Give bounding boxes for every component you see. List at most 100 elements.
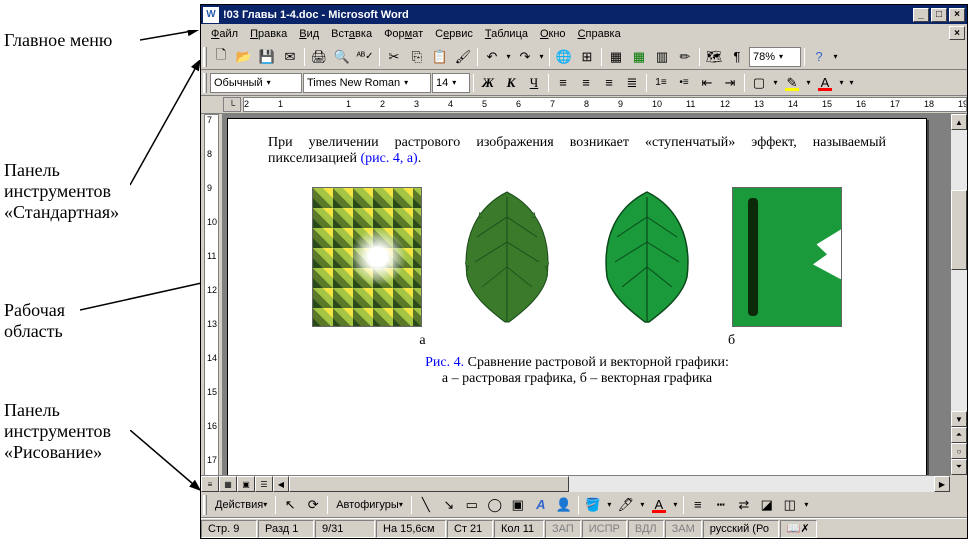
toolbar-options[interactable]: ▾ bbox=[847, 72, 856, 94]
spellcheck-button[interactable]: ᴬᴮ✓ bbox=[354, 46, 376, 68]
select-objects-button[interactable]: ↖ bbox=[279, 494, 301, 516]
new-doc-button[interactable]: 🗋 bbox=[210, 46, 232, 68]
draw-font-color-button[interactable]: А bbox=[648, 494, 670, 516]
menu-window[interactable]: Окно bbox=[534, 26, 572, 42]
view-weblayout-button[interactable]: ▦ bbox=[219, 476, 237, 492]
undo-button[interactable]: ↶ bbox=[481, 46, 503, 68]
arrow-style-button[interactable]: ⇄ bbox=[733, 494, 755, 516]
prev-page-button[interactable]: ⏶ bbox=[951, 427, 967, 443]
menu-edit[interactable]: Правка bbox=[244, 26, 293, 42]
undo-dropdown[interactable]: ▾ bbox=[504, 46, 513, 68]
numbered-list-button[interactable]: 1≡ bbox=[650, 72, 672, 94]
format-painter-button[interactable]: 🖌 bbox=[452, 46, 474, 68]
view-normal-button[interactable]: ≡ bbox=[201, 476, 219, 492]
actions-menu[interactable]: Действия ▾ bbox=[210, 494, 272, 516]
scrollbar-vertical[interactable]: ▲ ▼ ⏶ ○ ⏷ bbox=[950, 114, 967, 475]
paste-button[interactable]: 📋 bbox=[429, 46, 451, 68]
figure-raster-zoom[interactable] bbox=[312, 187, 422, 327]
highlight-dropdown[interactable]: ▾ bbox=[804, 72, 813, 94]
scroll-left-button[interactable]: ◀ bbox=[273, 476, 289, 492]
help-button[interactable]: ? bbox=[808, 46, 830, 68]
figure-raster-leaf[interactable] bbox=[452, 187, 562, 327]
borders-dropdown[interactable]: ▾ bbox=[771, 72, 780, 94]
scrollbar-horizontal[interactable]: ≡ ▦ ▣ ☰ ◀ ▶ bbox=[201, 475, 950, 492]
ruler-horizontal[interactable]: └ 2112345678910111213141516171819 bbox=[201, 96, 967, 114]
3d-button[interactable]: ◫ bbox=[779, 494, 801, 516]
underline-button[interactable]: Ч bbox=[523, 72, 545, 94]
menu-view[interactable]: Вид bbox=[293, 26, 325, 42]
bold-button[interactable]: Ж bbox=[477, 72, 499, 94]
toolbar-handle[interactable] bbox=[203, 73, 207, 93]
oval-button[interactable]: ◯ bbox=[484, 494, 506, 516]
scroll-h-track[interactable] bbox=[289, 476, 934, 492]
document-page[interactable]: При увеличении растрового изображения во… bbox=[227, 118, 927, 492]
borders-button[interactable]: ▢ bbox=[748, 72, 770, 94]
ruler-v-body[interactable]: 7891011121314151617 bbox=[204, 114, 219, 492]
justify-button[interactable]: ≣ bbox=[621, 72, 643, 94]
status-position[interactable]: На 15,6см bbox=[376, 520, 446, 538]
style-combo[interactable]: Обычный▾ bbox=[210, 73, 302, 93]
menu-tools[interactable]: Сервис bbox=[429, 26, 479, 42]
doc-close-button[interactable]: × bbox=[949, 26, 965, 40]
align-left-button[interactable]: ≡ bbox=[552, 72, 574, 94]
copy-button[interactable]: ⎘ bbox=[406, 46, 428, 68]
paragraph[interactable]: При увеличении растрового изображения во… bbox=[268, 135, 886, 167]
email-button[interactable]: ✉ bbox=[279, 46, 301, 68]
fill-color-button[interactable]: 🪣 bbox=[582, 494, 604, 516]
font-color-dropdown[interactable]: ▾ bbox=[837, 72, 846, 94]
open-button[interactable]: 📂 bbox=[233, 46, 255, 68]
scroll-h-thumb[interactable] bbox=[289, 476, 569, 492]
increase-indent-button[interactable]: ⇥ bbox=[719, 72, 741, 94]
cut-button[interactable]: ✂ bbox=[383, 46, 405, 68]
decrease-indent-button[interactable]: ⇤ bbox=[696, 72, 718, 94]
menu-insert[interactable]: Вставка bbox=[325, 26, 378, 42]
scroll-right-button[interactable]: ▶ bbox=[934, 476, 950, 492]
toolbar-options[interactable]: ▾ bbox=[802, 494, 811, 516]
view-pagelayout-button[interactable]: ▣ bbox=[237, 476, 255, 492]
title-bar[interactable]: W !03 Главы 1-4.doc - Microsoft Word _ □… bbox=[201, 5, 967, 24]
toolbar-handle[interactable] bbox=[203, 495, 207, 515]
figure-reference-link[interactable]: (рис. 4, а) bbox=[360, 151, 417, 166]
menu-table[interactable]: Таблица bbox=[479, 26, 534, 42]
textbox-button[interactable]: ▣ bbox=[507, 494, 529, 516]
status-ext[interactable]: ВДЛ bbox=[628, 520, 664, 538]
docmap-button[interactable]: 🗺 bbox=[703, 46, 725, 68]
tab-selector[interactable]: └ bbox=[223, 97, 241, 112]
font-color-dropdown[interactable]: ▾ bbox=[671, 494, 680, 516]
menu-file[interactable]: Файл bbox=[205, 26, 244, 42]
font-size-combo[interactable]: 14▾ bbox=[432, 73, 470, 93]
status-page[interactable]: Стр. 9 bbox=[201, 520, 257, 538]
font-color-button[interactable]: А bbox=[814, 72, 836, 94]
scroll-v-track[interactable] bbox=[951, 130, 967, 411]
align-center-button[interactable]: ≡ bbox=[575, 72, 597, 94]
ruler-h-body[interactable]: 2112345678910111213141516171819 bbox=[243, 97, 967, 112]
redo-button[interactable]: ↷ bbox=[514, 46, 536, 68]
line-color-button[interactable]: 🖊 bbox=[615, 494, 637, 516]
rectangle-button[interactable]: ▭ bbox=[461, 494, 483, 516]
view-outline-button[interactable]: ☰ bbox=[255, 476, 273, 492]
fill-dropdown[interactable]: ▾ bbox=[605, 494, 614, 516]
dash-style-button[interactable]: ┅ bbox=[710, 494, 732, 516]
status-trk[interactable]: ИСПР bbox=[582, 520, 627, 538]
scroll-down-button[interactable]: ▼ bbox=[951, 411, 967, 427]
browse-object-button[interactable]: ○ bbox=[951, 443, 967, 459]
insert-table-button[interactable]: ▦ bbox=[605, 46, 627, 68]
figure-vector-leaf[interactable] bbox=[592, 187, 702, 327]
font-combo[interactable]: Times New Roman▾ bbox=[303, 73, 431, 93]
close-button[interactable]: × bbox=[949, 8, 965, 22]
status-spellcheck-icon[interactable]: 📖✗ bbox=[780, 520, 817, 538]
line-button[interactable]: ╲ bbox=[415, 494, 437, 516]
minimize-button[interactable]: _ bbox=[913, 8, 929, 22]
wordart-button[interactable]: A bbox=[530, 494, 552, 516]
bullet-list-button[interactable]: •≡ bbox=[673, 72, 695, 94]
status-language[interactable]: русский (Ро bbox=[703, 520, 779, 538]
tables-borders-button[interactable]: ⊞ bbox=[576, 46, 598, 68]
figure-vector-zoom[interactable] bbox=[732, 187, 842, 327]
shadow-button[interactable]: ◪ bbox=[756, 494, 778, 516]
autoshapes-menu[interactable]: Автофигуры ▾ bbox=[331, 494, 408, 516]
status-column[interactable]: Кол 11 bbox=[494, 520, 544, 538]
show-formatting-button[interactable]: ¶ bbox=[726, 46, 748, 68]
status-section[interactable]: Разд 1 bbox=[258, 520, 314, 538]
save-button[interactable]: 💾 bbox=[256, 46, 278, 68]
arrow-button[interactable]: ↘ bbox=[438, 494, 460, 516]
